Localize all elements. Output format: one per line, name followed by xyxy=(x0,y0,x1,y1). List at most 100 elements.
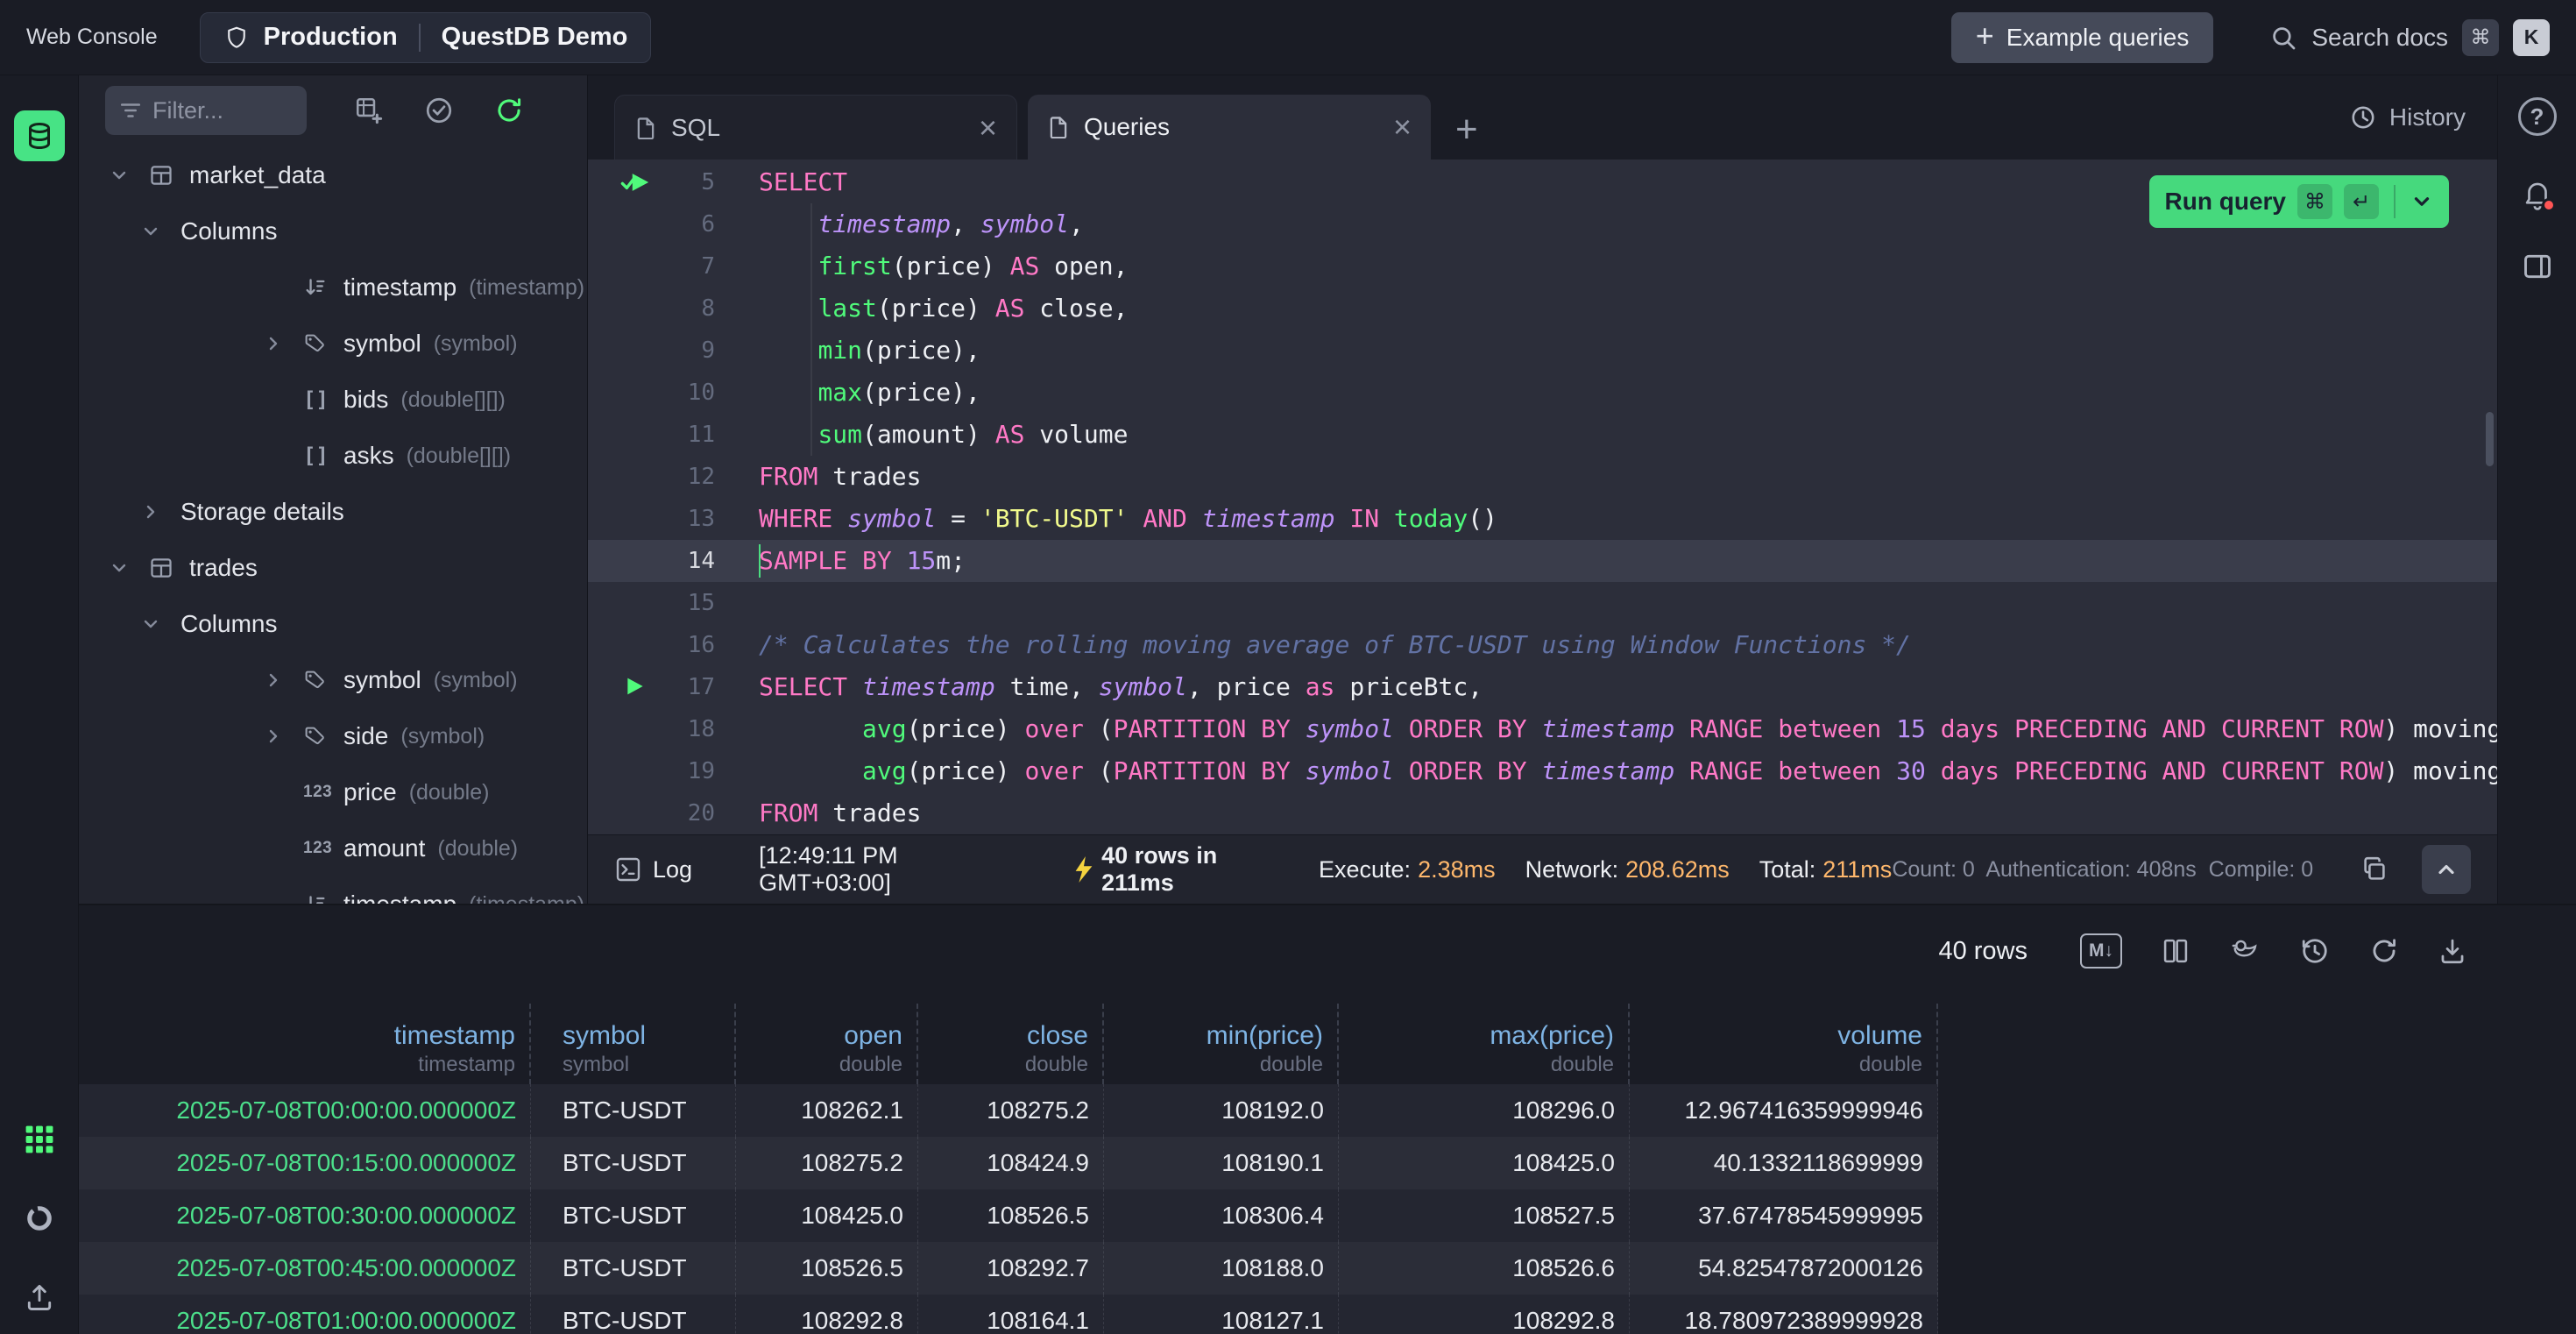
refresh-grid-icon[interactable] xyxy=(2369,936,2399,966)
search-docs-button[interactable]: Search docs ⌘ K xyxy=(2269,19,2550,56)
code-line[interactable]: 17SELECT timestamp time, symbol, price a… xyxy=(588,666,2497,708)
side-panel-button[interactable] xyxy=(2522,251,2553,282)
chevron-down-icon[interactable] xyxy=(140,221,180,242)
instance-badge[interactable]: Production QuestDB Demo xyxy=(200,12,652,63)
chevron-down-icon[interactable] xyxy=(109,165,149,186)
cell-open: 108262.1 xyxy=(736,1084,918,1137)
code-line[interactable]: 13WHERE symbol = 'BTC-USDT' AND timestam… xyxy=(588,498,2497,540)
code-line[interactable]: 18 avg(price) over (PARTITION BY symbol … xyxy=(588,708,2497,750)
close-icon[interactable]: × xyxy=(1393,111,1412,143)
questdb-logo-icon[interactable] xyxy=(14,110,65,161)
copy-markdown-icon[interactable]: M↓ xyxy=(2080,933,2122,969)
code-line[interactable]: 15 xyxy=(588,582,2497,624)
add-table-icon[interactable] xyxy=(354,96,384,125)
import-icon[interactable] xyxy=(24,1281,55,1313)
tree-item-timestamp[interactable]: timestamp(timestamp) xyxy=(79,259,587,316)
filter-input[interactable]: Filter... xyxy=(105,86,307,135)
chevron-right-icon[interactable] xyxy=(263,670,303,691)
copy-icon[interactable] xyxy=(2360,855,2388,883)
cell-timestamp: 2025-07-08T00:30:00.000000Z xyxy=(79,1189,531,1242)
array-icon: [] xyxy=(303,387,343,412)
tree-item-asks[interactable]: []asks(double[][]) xyxy=(79,428,587,484)
example-queries-button[interactable]: + Example queries xyxy=(1951,12,2214,63)
rewind-icon[interactable] xyxy=(2299,935,2331,967)
notifications-button[interactable] xyxy=(2521,177,2554,210)
help-button[interactable]: ? xyxy=(2518,97,2557,136)
column-header-open[interactable]: opendouble xyxy=(736,1004,918,1084)
run-success-icon[interactable] xyxy=(619,167,653,197)
code-line[interactable]: 12FROM trades xyxy=(588,456,2497,498)
run-query-button[interactable]: Run query ⌘ ↵ xyxy=(2149,175,2449,228)
column-header-close[interactable]: closedouble xyxy=(918,1004,1104,1084)
tree-item-side[interactable]: side(symbol) xyxy=(79,708,587,764)
column-header-volume[interactable]: volumedouble xyxy=(1630,1004,1938,1084)
download-csv-icon[interactable] xyxy=(2438,936,2467,966)
collapse-log-button[interactable] xyxy=(2422,845,2471,894)
chevron-down-icon[interactable] xyxy=(140,614,180,635)
close-icon[interactable]: × xyxy=(979,112,997,144)
editor-scrollbar[interactable] xyxy=(2486,412,2494,466)
schema-toolbar: Filter... xyxy=(79,75,587,135)
tree-item-trades[interactable]: trades xyxy=(79,540,587,596)
chevron-down-icon[interactable] xyxy=(109,557,149,578)
tree-item-symbol[interactable]: symbol(symbol) xyxy=(79,652,587,708)
panel-right-icon xyxy=(2522,272,2553,285)
chevron-right-icon[interactable] xyxy=(263,726,303,747)
column-header-min-price-[interactable]: min(price)double xyxy=(1104,1004,1339,1084)
table-row[interactable]: 2025-07-08T00:45:00.000000ZBTC-USDT10852… xyxy=(79,1242,1938,1295)
code-text: WHERE symbol = 'BTC-USDT' AND timestamp … xyxy=(759,498,2497,540)
tree-item-storage-details[interactable]: Storage details xyxy=(79,484,587,540)
history-button[interactable]: History xyxy=(2349,75,2466,160)
chevron-right-icon[interactable] xyxy=(140,501,180,522)
code-line[interactable]: 9 min(price), xyxy=(588,330,2497,372)
chevron-right-icon[interactable] xyxy=(263,333,303,354)
code-line[interactable]: 19 avg(price) over (PARTITION BY symbol … xyxy=(588,750,2497,792)
code-line[interactable]: 14SAMPLE BY 15m; xyxy=(588,540,2497,582)
code-line[interactable]: 20FROM trades xyxy=(588,792,2497,834)
tree-item-columns[interactable]: Columns xyxy=(79,596,587,652)
tree-item-bids[interactable]: []bids(double[][]) xyxy=(79,372,587,428)
table-row[interactable]: 2025-07-08T00:15:00.000000ZBTC-USDT10827… xyxy=(79,1137,1938,1189)
refresh-schema-icon[interactable] xyxy=(494,96,524,125)
column-header-timestamp[interactable]: timestamptimestamp xyxy=(79,1004,531,1084)
table-row[interactable]: 2025-07-08T00:00:00.000000ZBTC-USDT10826… xyxy=(79,1084,1938,1137)
cell-close: 108424.9 xyxy=(918,1137,1104,1189)
column-header-symbol[interactable]: symbolsymbol xyxy=(531,1004,736,1084)
column-type: double xyxy=(1260,1053,1323,1077)
tree-item-timestamp[interactable]: timestamp(timestamp) xyxy=(79,876,587,904)
tab-sql[interactable]: SQL × xyxy=(614,95,1017,160)
check-circle-icon[interactable] xyxy=(424,96,454,125)
tree-item-columns[interactable]: Columns xyxy=(79,203,587,259)
chevron-up-icon xyxy=(2434,857,2459,882)
table-row[interactable]: 2025-07-08T01:00:00.000000ZBTC-USDT10829… xyxy=(79,1295,1938,1334)
code-line[interactable]: 10 max(price), xyxy=(588,372,2497,414)
code-line[interactable]: 8 last(price) AS close, xyxy=(588,287,2497,330)
indent-guide xyxy=(810,245,812,287)
add-tab-icon[interactable]: + xyxy=(1455,110,1478,149)
environment-name: Production xyxy=(264,23,398,52)
duck-icon[interactable] xyxy=(2229,935,2261,967)
tree-item-amount[interactable]: 123amount(double) xyxy=(79,820,587,876)
tree-item-symbol[interactable]: symbol(symbol) xyxy=(79,316,587,372)
tree-item-market-data[interactable]: market_data xyxy=(79,147,587,203)
layout-grid-icon[interactable] xyxy=(2161,936,2190,966)
table-row[interactable]: 2025-07-08T00:30:00.000000ZBTC-USDT10842… xyxy=(79,1189,1938,1242)
tree-item-label: Storage details xyxy=(180,498,344,526)
chevron-down-icon[interactable] xyxy=(2410,190,2433,213)
tab-queries[interactable]: Queries × xyxy=(1028,95,1431,160)
column-header-max-price-[interactable]: max(price)double xyxy=(1339,1004,1630,1084)
code-line[interactable]: 11 sum(amount) AS volume xyxy=(588,414,2497,456)
run-line-icon[interactable] xyxy=(619,672,648,700)
code-text: FROM trades xyxy=(759,792,2497,834)
tree-item-price[interactable]: 123price(double) xyxy=(79,764,587,820)
cell-symbol: BTC-USDT xyxy=(531,1137,736,1189)
editor-gutter: 11 xyxy=(588,414,759,456)
code-line[interactable]: 16/* Calculates the rolling moving avera… xyxy=(588,624,2497,666)
grid-view-icon[interactable] xyxy=(24,1124,55,1155)
indent-guide xyxy=(810,414,812,456)
code-line[interactable]: 7 first(price) AS open, xyxy=(588,245,2497,287)
donut-chart-icon[interactable] xyxy=(24,1203,55,1234)
line-number: 10 xyxy=(688,372,715,414)
code-text: first(price) AS open, xyxy=(759,245,2497,287)
sql-editor[interactable]: 5SELECT6 timestamp, symbol,7 first(price… xyxy=(588,160,2497,834)
